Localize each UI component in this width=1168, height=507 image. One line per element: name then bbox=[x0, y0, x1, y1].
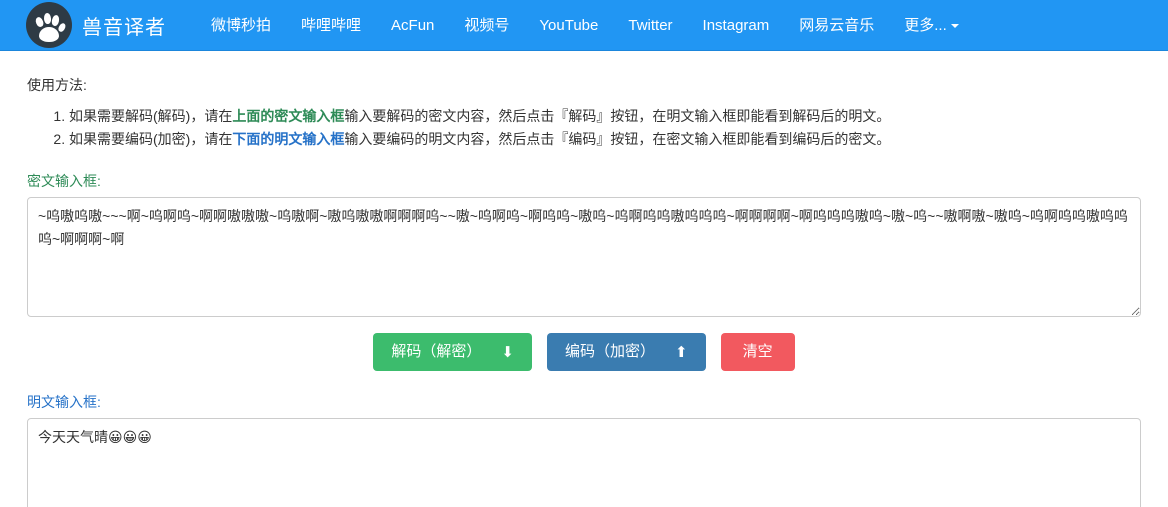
arrow-down-icon: ⬇ bbox=[501, 345, 514, 360]
step1-prefix: 如果需要解码(解码)，请在 bbox=[69, 108, 232, 124]
plain-input-label: 明文输入框: bbox=[27, 392, 1141, 412]
nav-link-shipinhao[interactable]: 视频号 bbox=[449, 0, 524, 51]
nav-link-weibo[interactable]: 微博秒拍 bbox=[196, 0, 286, 51]
paw-print-icon bbox=[26, 2, 72, 48]
main-content: 使用方法: 如果需要解码(解码)，请在上面的密文输入框输入要解码的密文内容，然后… bbox=[0, 51, 1168, 507]
nav-item-netease-music[interactable]: 网易云音乐 bbox=[784, 0, 889, 51]
nav-item-bilibili[interactable]: 哔哩哔哩 bbox=[286, 0, 376, 51]
top-navbar: 兽音译者 微博秒拍 哔哩哔哩 AcFun 视频号 YouTube Twitter… bbox=[0, 0, 1168, 51]
cipher-input-label: 密文输入框: bbox=[27, 171, 1141, 191]
nav-item-youtube[interactable]: YouTube bbox=[524, 0, 613, 51]
nav-menu: 微博秒拍 哔哩哔哩 AcFun 视频号 YouTube Twitter Inst… bbox=[196, 0, 974, 51]
instructions-title: 使用方法: bbox=[27, 51, 1141, 95]
nav-item-acfun[interactable]: AcFun bbox=[376, 0, 449, 51]
nav-link-more-label: 更多... bbox=[904, 17, 947, 34]
cipher-textarea[interactable] bbox=[27, 197, 1141, 317]
decode-button[interactable]: 解码（解密） ⬇ bbox=[373, 333, 532, 371]
nav-link-twitter[interactable]: Twitter bbox=[613, 0, 687, 51]
nav-item-weibo[interactable]: 微博秒拍 bbox=[196, 0, 286, 51]
nav-link-more[interactable]: 更多... bbox=[889, 0, 974, 51]
nav-item-twitter[interactable]: Twitter bbox=[613, 0, 687, 51]
nav-link-bilibili[interactable]: 哔哩哔哩 bbox=[286, 0, 376, 51]
instructions-step-1: 如果需要解码(解码)，请在上面的密文输入框输入要解码的密文内容，然后点击『解码』… bbox=[69, 105, 1141, 127]
encode-button-label: 编码（加密） bbox=[565, 342, 655, 362]
step1-highlight: 上面的密文输入框 bbox=[232, 108, 344, 124]
brand-link[interactable]: 兽音译者 bbox=[26, 2, 166, 48]
clear-button[interactable]: 清空 bbox=[721, 333, 795, 371]
decode-button-label: 解码（解密） bbox=[391, 342, 481, 362]
chevron-down-icon bbox=[951, 24, 959, 28]
nav-item-more[interactable]: 更多... bbox=[889, 0, 974, 51]
encode-button[interactable]: 编码（加密） ⬆ bbox=[547, 333, 706, 371]
arrow-up-icon: ⬆ bbox=[675, 345, 688, 360]
action-button-row: 解码（解密） ⬇ 编码（加密） ⬆ 清空 bbox=[27, 333, 1141, 371]
nav-link-youtube[interactable]: YouTube bbox=[524, 0, 613, 51]
instructions-step-2: 如果需要编码(加密)，请在下面的明文输入框输入要编码的明文内容，然后点击『编码』… bbox=[69, 128, 1141, 150]
nav-link-netease-music[interactable]: 网易云音乐 bbox=[784, 0, 889, 51]
step1-suffix: 输入要解码的密文内容，然后点击『解码』按钮，在明文输入框即能看到解码后的明文。 bbox=[344, 108, 890, 124]
instructions-list: 如果需要解码(解码)，请在上面的密文输入框输入要解码的密文内容，然后点击『解码』… bbox=[27, 105, 1141, 150]
step2-prefix: 如果需要编码(加密)，请在 bbox=[69, 131, 232, 147]
nav-link-acfun[interactable]: AcFun bbox=[376, 0, 449, 51]
step2-suffix: 输入要编码的明文内容，然后点击『编码』按钮，在密文输入框即能看到编码后的密文。 bbox=[344, 131, 890, 147]
brand-title: 兽音译者 bbox=[82, 11, 166, 40]
step2-highlight: 下面的明文输入框 bbox=[232, 131, 344, 147]
nav-item-shipinhao[interactable]: 视频号 bbox=[449, 0, 524, 51]
nav-link-instagram[interactable]: Instagram bbox=[688, 0, 785, 51]
plain-textarea[interactable] bbox=[27, 418, 1141, 507]
nav-item-instagram[interactable]: Instagram bbox=[688, 0, 785, 51]
